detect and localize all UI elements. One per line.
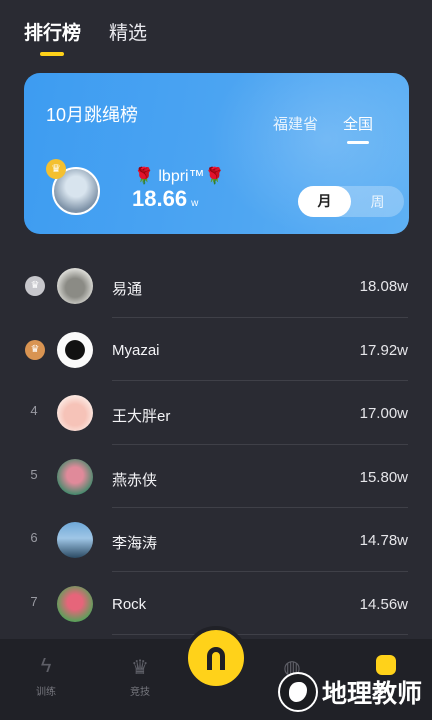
champion-name: 🌹 lbpri™🌹	[134, 168, 225, 185]
tab-featured[interactable]: 精选	[109, 18, 147, 45]
period-toggle: 月 周	[298, 186, 404, 217]
ranking-row[interactable]: 5 燕赤侠 15.80w	[0, 445, 432, 508]
top-tab-bar: 排行榜 精选	[24, 18, 147, 56]
user-score: 17.92w	[359, 341, 408, 359]
ranking-row[interactable]: ♛ 易通 18.08w	[0, 254, 432, 318]
avatar[interactable]	[57, 331, 93, 368]
tab-leaderboard[interactable]: 排行榜	[24, 18, 81, 56]
user-score: 18.08w	[359, 278, 408, 295]
avatar[interactable]	[57, 585, 93, 622]
bronze-medal-icon: ♛	[25, 339, 45, 360]
scope-tab-national[interactable]: 全国	[343, 113, 373, 144]
scope-tab-province[interactable]: 福建省	[273, 113, 318, 134]
leaderboard-banner: 10月跳绳榜 福建省 全国 ♛ 🌹 lbpri™🌹 18.66 w 月 周	[24, 73, 409, 234]
user-name: 李海涛	[112, 535, 158, 552]
user-score: 14.78w	[359, 532, 408, 549]
nav-compete[interactable]: ♛ 竞技	[110, 655, 170, 698]
avatar[interactable]	[57, 395, 93, 431]
champion-score: 18.66 w	[132, 186, 198, 212]
ranking-row[interactable]: ♛ Myazai 17.92w	[0, 318, 432, 381]
user-score: 17.00w	[359, 405, 408, 422]
rank-number: 5	[30, 466, 38, 482]
crown-icon: ♛	[131, 657, 149, 679]
avatar[interactable]	[57, 268, 93, 304]
nav-compete-label: 竞技	[130, 687, 150, 698]
lightning-icon: ϟ	[40, 655, 52, 677]
avatar[interactable]	[57, 458, 93, 495]
crown-icon: ♛	[46, 159, 66, 179]
globe-logo-icon	[277, 672, 318, 712]
scope-tabs: 福建省 全国	[273, 113, 373, 144]
champion-score-value: 18.66	[132, 186, 188, 211]
user-score: 15.80w	[359, 468, 408, 486]
ranking-row[interactable]: 6 李海涛 14.78w	[0, 508, 432, 572]
period-month-button[interactable]: 月	[298, 186, 351, 217]
user-name: 王大胖er	[112, 408, 171, 425]
nav-train[interactable]: ϟ 训练	[16, 655, 76, 698]
watermark: 地理教师	[277, 672, 422, 712]
champion-score-unit: w	[191, 198, 199, 209]
user-name: 易通	[112, 281, 143, 298]
watermark-text: 地理教师	[321, 680, 422, 708]
user-name: 燕赤侠	[112, 471, 158, 489]
ranking-row[interactable]: 4 王大胖er 17.00w	[0, 381, 432, 445]
user-name: Myazai	[112, 341, 160, 359]
rank-number: 4	[30, 403, 38, 418]
banner-title: 10月跳绳榜	[46, 105, 139, 125]
start-jump-button[interactable]	[184, 626, 248, 690]
rank-number: 6	[30, 530, 38, 545]
ranking-list: ♛ 易通 18.08w ♛ Myazai 17.92w 4 王大胖er 17.0…	[0, 254, 432, 635]
avatar[interactable]	[57, 522, 93, 558]
jump-rope-icon	[207, 647, 225, 670]
nav-train-label: 训练	[36, 687, 56, 698]
user-score: 14.56w	[359, 595, 408, 613]
period-week-button[interactable]: 周	[351, 192, 404, 212]
silver-medal-icon: ♛	[25, 276, 45, 296]
rank-number: 7	[30, 593, 38, 609]
user-name: Rock	[112, 595, 147, 613]
divider	[112, 634, 408, 635]
